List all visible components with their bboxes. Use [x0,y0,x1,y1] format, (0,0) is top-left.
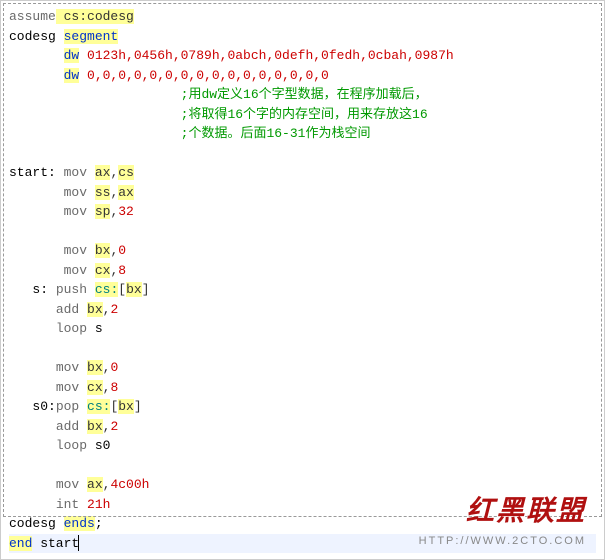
line-start-mov-ax-cs: start: mov ax,cs [9,163,596,183]
bracket: [ [118,282,126,297]
reg: bx [87,419,103,434]
mnemonic: mov [64,204,87,219]
kw-dw: dw [64,68,80,83]
reg: ss [95,185,111,200]
line-dw2: dw 0,0,0,0,0,0,0,0,0,0,0,0,0,0,0,0 [9,66,596,86]
line-mov-cx-8: mov cx,8 [9,261,596,281]
line-mov-bx-0-b: mov bx,0 [9,358,596,378]
line-dw1: dw 0123h,0456h,0789h,0abch,0defh,0fedh,0… [9,46,596,66]
kw-ends: ends [64,516,95,531]
line-add-bx-2-b: add bx,2 [9,417,596,437]
line-mov-bx-0: mov bx,0 [9,241,596,261]
reg: ax [95,165,111,180]
line-s-push: s: push cs:[bx] [9,280,596,300]
comment: ;个数据。后面16-31作为栈空间 [181,126,371,141]
comment: ;用dw定义16个字型数据，在程序加载后， [181,87,428,102]
mnemonic: mov [64,263,87,278]
loop-target: s [95,321,103,336]
line-c3: ;个数据。后面16-31作为栈空间 [9,124,596,144]
mnemonic: mov [64,243,87,258]
blank [9,144,596,164]
line-segment: codesg segment [9,27,596,47]
text-caret [78,535,79,551]
reg: ax [118,185,134,200]
kw-dw: dw [64,48,80,63]
num: 8 [118,263,126,278]
line-loop-s0: loop s0 [9,436,596,456]
num: 2 [110,419,118,434]
seg-name: codesg [9,29,56,44]
reg: bx [87,360,103,375]
label-s0: s0: [32,399,55,414]
comment: ;将取得16个字的内存空间，用来存放这16 [181,107,428,122]
num: 0 [118,243,126,258]
reg: cx [95,263,111,278]
num: 4c00h [110,477,149,492]
mnemonic: int [56,497,79,512]
mnemonic: push [56,282,87,297]
seg-name: codesg [9,516,56,531]
blank [9,222,596,242]
num: 21h [87,497,110,512]
bracket: ] [142,282,150,297]
mnemonic: add [56,302,79,317]
reg: bx [95,243,111,258]
semi: ; [95,516,103,531]
num: 32 [118,204,134,219]
line-s0-pop: s0:pop cs:[bx] [9,397,596,417]
num: 2 [110,302,118,317]
mnemonic: loop [56,438,87,453]
mnemonic: mov [64,165,87,180]
code-block: assume cs:codesg codesg segment dw 0123h… [9,7,596,553]
line-mov-cx-8-b: mov cx,8 [9,378,596,398]
label-start: start: [9,165,56,180]
kw-assume: assume [9,9,56,24]
blank [9,339,596,359]
reg: cx [87,380,103,395]
mnemonic: add [56,419,79,434]
reg: bx [126,282,142,297]
mnemonic: mov [56,360,79,375]
line-mov-sp-32: mov sp,32 [9,202,596,222]
segprefix: cs: [95,282,118,297]
line-c2: ;将取得16个字的内存空间，用来存放这16 [9,105,596,125]
reg: sp [95,204,111,219]
reg: bx [87,302,103,317]
kw-end: end [9,536,32,551]
kw-segment: segment [64,29,119,44]
reg: cs [118,165,134,180]
dw2-args: 0,0,0,0,0,0,0,0,0,0,0,0,0,0,0,0 [79,68,329,83]
reg: ax [87,477,103,492]
mnemonic: mov [56,380,79,395]
line-add-bx-2: add bx,2 [9,300,596,320]
bracket: ] [134,399,142,414]
segprefix: cs: [87,399,110,414]
blank [9,456,596,476]
line-loop-s: loop s [9,319,596,339]
reg: bx [118,399,134,414]
line-c1: ;用dw定义16个字型数据，在程序加载后， [9,85,596,105]
end-arg: start [32,536,79,551]
dw1-args: 0123h,0456h,0789h,0abch,0defh,0fedh,0cba… [79,48,453,63]
mnemonic: mov [64,185,87,200]
num: 0 [110,360,118,375]
mnemonic: loop [56,321,87,336]
line-assume: assume cs:codesg [9,7,596,27]
assume-args: cs:codesg [56,9,134,24]
loop-target: s0 [95,438,111,453]
num: 8 [110,380,118,395]
watermark-logo: 红黑联盟 [466,491,586,533]
watermark-url: HTTP://WWW.2CTO.COM [419,533,586,550]
line-mov-ss-ax: mov ss,ax [9,183,596,203]
mnemonic: pop [56,399,79,414]
mnemonic: mov [56,477,79,492]
label-s: s: [32,282,48,297]
